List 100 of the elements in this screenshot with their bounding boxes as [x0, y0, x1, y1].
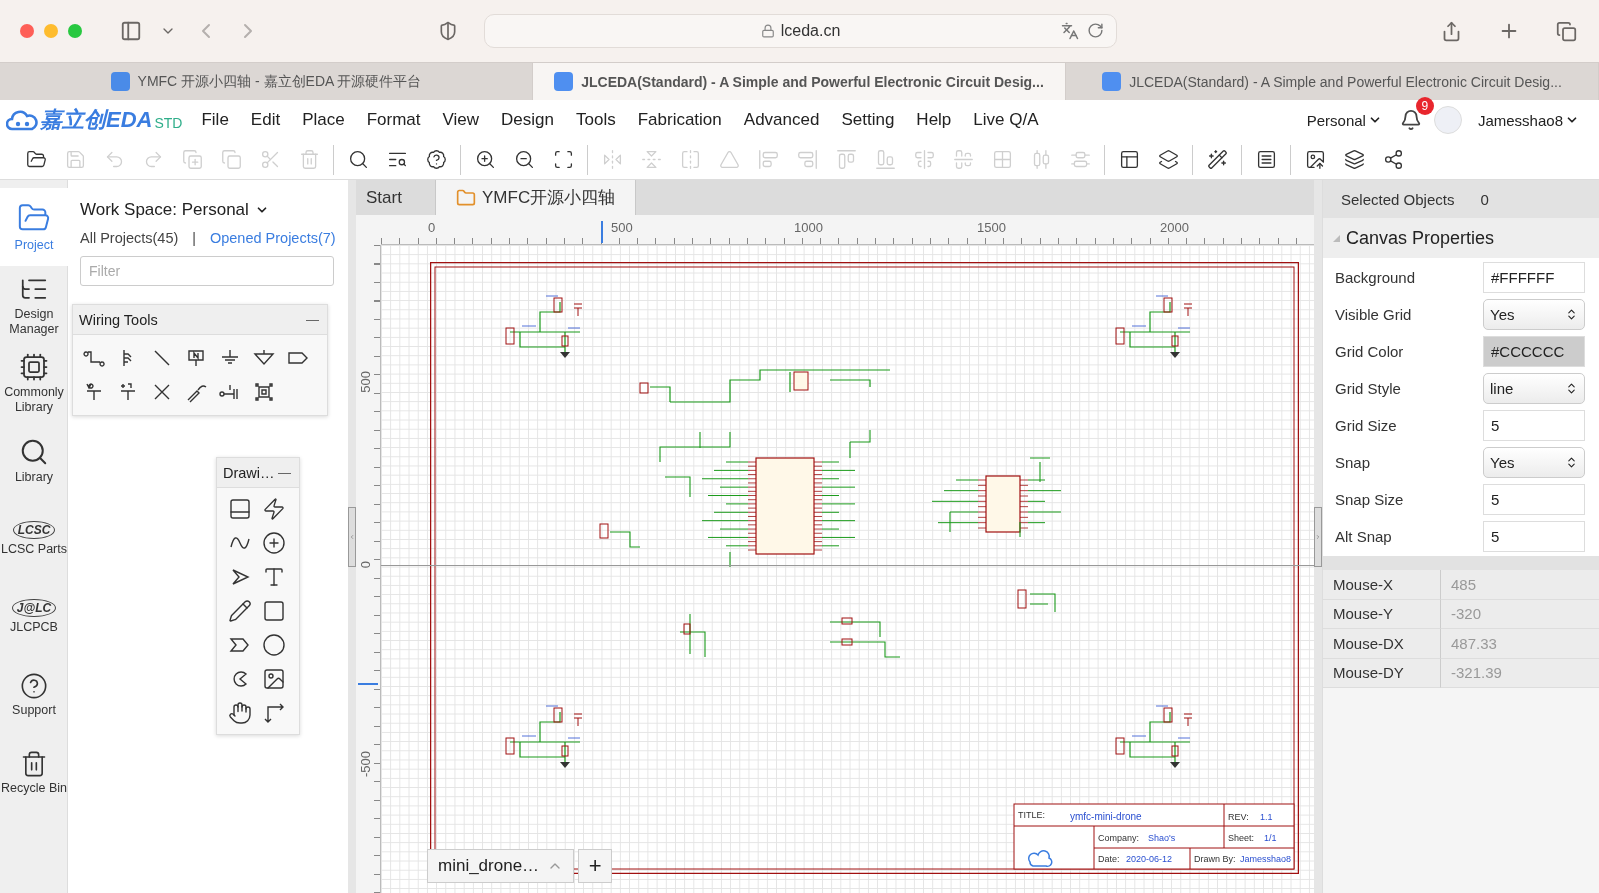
browser-tab[interactable]: JLCEDA(Standard) - A Simple and Powerful Electronic Circuit Desig...: [533, 62, 1066, 100]
notification-count: 9: [1415, 97, 1434, 115]
zoom-in-icon: [474, 149, 496, 170]
property-label: Background: [1335, 269, 1416, 286]
select-arrows-icon: [1565, 308, 1578, 321]
schematic-canvas[interactable]: mini_drone… + TITLE: ymfc-mini-drone REV: 1.1 Company: Shao's Sheet: 1/1 Date: 2020-06-12 Drawn By: Jamesshao8: [381, 245, 1314, 893]
drawn-by-value: Jamesshao8: [1240, 854, 1292, 864]
menu-item[interactable]: Edit: [239, 106, 292, 134]
menu-item[interactable]: Setting: [830, 106, 906, 134]
property-label: Grid Style: [1335, 380, 1401, 397]
workspace-dropdown[interactable]: Personal: [1300, 110, 1388, 130]
table-cell: Mouse-DX: [1323, 629, 1441, 659]
align-right-icon: [796, 149, 818, 170]
translate-icon[interactable]: [1061, 22, 1079, 40]
workspace-dropdown[interactable]: Work Space: Personal: [80, 200, 336, 220]
layers-up-icon: [1157, 149, 1179, 170]
link-separator: |: [192, 230, 196, 246]
layers-icon: [1343, 149, 1365, 170]
sidebar-item[interactable]: LCSC LCSC Parts: [0, 500, 68, 578]
menu-item[interactable]: Live Q/A: [962, 106, 1050, 134]
caret-icon: [349, 532, 355, 541]
sidebar-item[interactable]: Support: [0, 656, 68, 734]
collapse-handle[interactable]: [348, 506, 356, 567]
menu-item[interactable]: Advanced: [732, 106, 831, 134]
property-label: Snap Size: [1335, 491, 1404, 508]
axis-icon: [262, 701, 286, 725]
address-bar[interactable]: lceda.cn: [484, 14, 1117, 48]
zoom-out-icon: [513, 149, 535, 170]
editor-tab[interactable]: YMFC开源小四轴: [436, 180, 637, 215]
select-field[interactable]: Yes: [1483, 299, 1585, 330]
user-dropdown[interactable]: Jamesshao8: [1471, 110, 1585, 130]
grid-icon: [991, 149, 1013, 170]
site-icon: [554, 72, 574, 91]
triangle-icon: [718, 149, 740, 170]
align-bottom-icon: [874, 149, 896, 170]
company-label: Company:: [1098, 833, 1140, 843]
trash-icon: [20, 750, 48, 778]
menu-item[interactable]: File: [190, 106, 240, 134]
minimize-button[interactable]: —: [304, 312, 321, 327]
reload-icon[interactable]: [1087, 22, 1104, 39]
browser-tab[interactable]: JLCEDA(Standard) - A Simple and Powerful Electronic Circuit Desig...: [1066, 62, 1599, 100]
hand-icon: [228, 701, 252, 725]
menu-item[interactable]: Fabrication: [626, 106, 733, 134]
vertical-ruler: 500 0 -500: [356, 245, 381, 893]
cursor-marker: [601, 221, 603, 243]
project-link[interactable]: All Projects(45): [80, 230, 179, 246]
close-window-button[interactable]: [20, 24, 34, 38]
browser-tab[interactable]: YMFC 开源小四轴 - 嘉立创EDA 开源硬件平台: [0, 62, 533, 100]
company-value: Shao's: [1148, 833, 1176, 843]
filter-field[interactable]: Filter: [80, 256, 334, 286]
sidebar-item[interactable]: Library: [0, 422, 68, 500]
property-label: Alt Snap: [1335, 528, 1392, 545]
add-sheet-button[interactable]: +: [578, 849, 613, 883]
zigzag-line-icon: [262, 497, 286, 521]
title-label: TITLE:: [1018, 810, 1045, 820]
duplicate-icon: [181, 149, 203, 170]
color-field[interactable]: #CCCCCC: [1483, 336, 1585, 367]
lock-icon: [760, 24, 775, 38]
cloud-logo-icon: [6, 109, 38, 131]
section-header[interactable]: Canvas Properties: [1323, 218, 1599, 258]
align-center-icon: [913, 149, 935, 170]
sidebar-item[interactable]: Commonly Library: [0, 344, 68, 422]
sidebar-item[interactable]: Recycle Bin: [0, 734, 68, 812]
cursor-marker: [358, 683, 378, 685]
input-field[interactable]: 5: [1483, 521, 1585, 552]
menu-item[interactable]: View: [431, 106, 491, 134]
sheet-tab[interactable]: mini_drone…: [427, 849, 575, 883]
caret-icon: [1315, 532, 1321, 541]
input-field[interactable]: 5: [1483, 410, 1585, 441]
select-field[interactable]: Yes: [1483, 447, 1585, 478]
delete-icon: [298, 149, 320, 170]
menu-item[interactable]: Format: [355, 106, 432, 134]
sidebar-item[interactable]: Project: [0, 188, 68, 266]
property-label: Snap: [1335, 454, 1371, 471]
save-icon: [64, 149, 86, 170]
caret-icon: [1333, 234, 1340, 242]
share-icon: [1382, 149, 1404, 170]
image-icon: [1304, 149, 1326, 170]
circle-plus-icon: [262, 531, 286, 555]
sidebar-item[interactable]: Design Manager: [0, 266, 68, 344]
date-label: Date:: [1098, 854, 1120, 864]
sheet-label: Sheet:: [1228, 833, 1255, 843]
project-link[interactable]: Opened Projects(7): [209, 230, 336, 246]
input-field[interactable]: 5: [1483, 484, 1585, 515]
folder-icon: [25, 149, 47, 170]
rev-label: REV:: [1228, 812, 1249, 822]
menu-item[interactable]: Tools: [565, 106, 627, 134]
menu-item[interactable]: Place: [291, 106, 356, 134]
sheet-value: 1/1: [1264, 833, 1277, 843]
sidebar-item[interactable]: J@LC JLCPCB: [0, 578, 68, 656]
table-cell: Mouse-Y: [1323, 599, 1441, 629]
distribute-vertical-icon: [1069, 149, 1091, 170]
collapse-handle[interactable]: [1314, 506, 1322, 567]
select-field[interactable]: line: [1483, 373, 1585, 404]
property-label: Visible Grid: [1335, 306, 1412, 323]
minimize-button[interactable]: —: [276, 465, 293, 480]
color-field[interactable]: #FFFFFF: [1483, 262, 1585, 293]
menu-item[interactable]: Design: [490, 106, 565, 134]
align-top-icon: [835, 149, 857, 170]
menu-item[interactable]: Help: [905, 106, 963, 134]
